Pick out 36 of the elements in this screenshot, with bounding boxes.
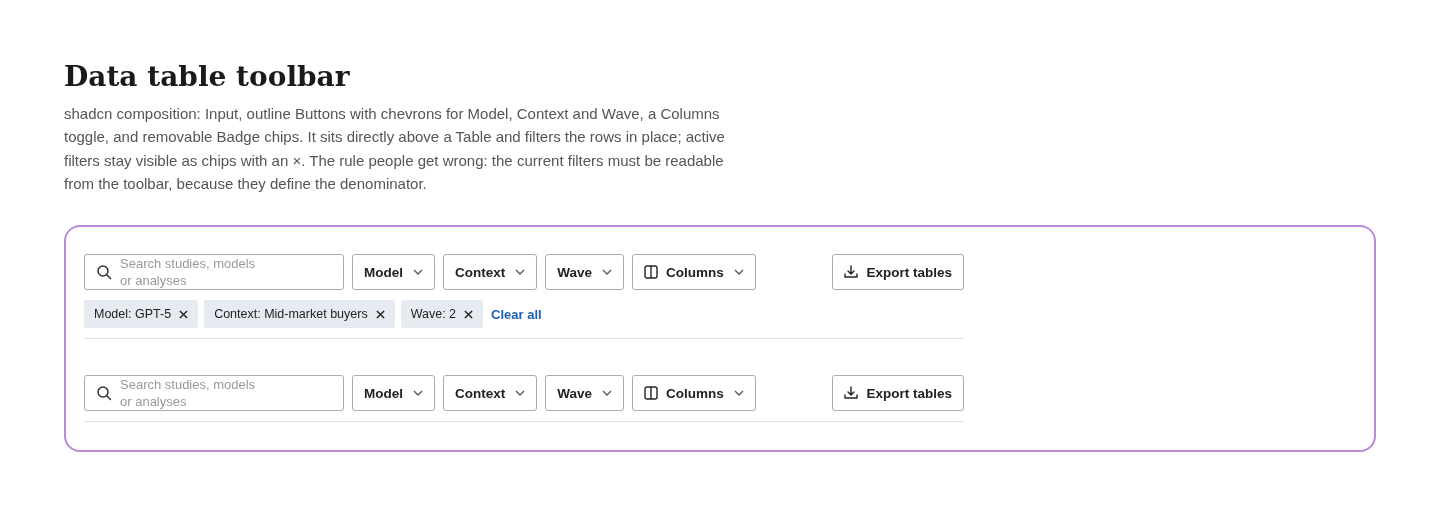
close-icon bbox=[464, 309, 474, 319]
filter-button[interactable]: Wave bbox=[545, 375, 624, 412]
page-title: Data table toolbar bbox=[64, 59, 350, 95]
chip-label: Model: GPT-5 bbox=[94, 307, 172, 322]
chevron-icon bbox=[515, 269, 526, 276]
export-button[interactable]: Export tables bbox=[832, 254, 964, 291]
filter-button[interactable]: Model bbox=[352, 254, 435, 291]
close-icon bbox=[179, 309, 189, 319]
description: shadcn composition: Input, outline Buttons with chevrons for Model, Context and Wave, a Columns toggle, and removable Badge chips. It sits directly above a Table and filters the rows in place; active filters stay visible as chips with an ×. The rule people get wrong: the current filters must be readable from the toolbar, because they define the denominator. bbox=[64, 104, 726, 194]
chevron-icon bbox=[733, 269, 744, 276]
chip-label: Context: Mid-market buyers bbox=[214, 307, 368, 322]
columns-button[interactable]: Columns bbox=[632, 254, 756, 291]
chevron-icon bbox=[515, 390, 526, 397]
chevron-icon bbox=[413, 269, 423, 276]
download-icon bbox=[844, 265, 859, 280]
filter-button[interactable]: Model bbox=[352, 375, 435, 412]
remove-button[interactable] bbox=[177, 307, 191, 321]
columns-icon bbox=[644, 265, 658, 280]
filter-button[interactable]: Context bbox=[443, 254, 538, 291]
chip-label: Wave: 2 bbox=[410, 307, 457, 322]
filter-button[interactable]: Wave bbox=[545, 254, 624, 291]
download-icon bbox=[844, 386, 859, 401]
chevron-icon bbox=[602, 390, 612, 397]
search-field[interactable]: Search studies, models or analyses bbox=[84, 375, 344, 412]
search-field[interactable]: Search studies, models or analyses bbox=[84, 254, 344, 291]
chevron-icon bbox=[413, 390, 423, 397]
remove-button[interactable] bbox=[373, 307, 387, 321]
columns-icon bbox=[644, 386, 658, 401]
close-icon bbox=[375, 309, 385, 319]
chevron-icon bbox=[602, 269, 612, 276]
export-button[interactable]: Export tables bbox=[832, 375, 964, 412]
columns-button[interactable]: Columns bbox=[632, 375, 756, 412]
remove-button[interactable] bbox=[462, 307, 476, 321]
filter-button[interactable]: Context bbox=[443, 375, 538, 412]
chevron-icon bbox=[733, 390, 744, 397]
clear-all-link[interactable]: Clear all bbox=[491, 306, 542, 322]
